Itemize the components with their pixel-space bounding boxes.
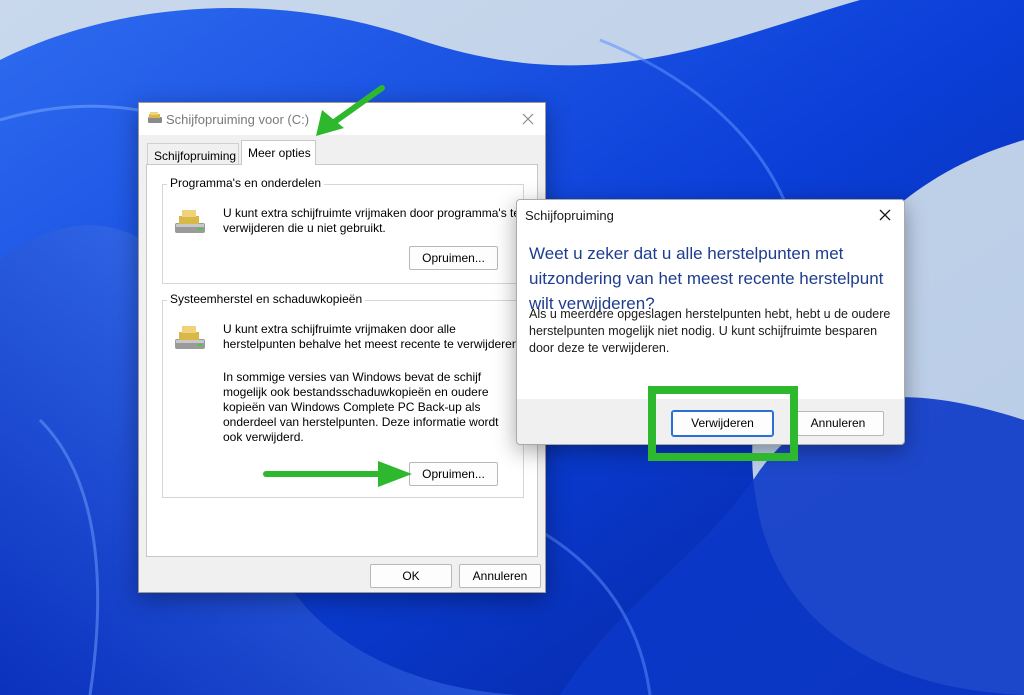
highlight-box <box>648 386 798 461</box>
close-icon[interactable] <box>521 112 535 126</box>
ok-button[interactable]: OK <box>370 564 452 588</box>
group-description: U kunt extra schijfruimte vrijmaken door… <box>223 322 522 351</box>
disk-cleanup-window: Schijfopruiming voor (C:) Schijfopruimin… <box>138 102 546 593</box>
confirm-heading: Weet u zeker dat u alle herstelpunten me… <box>529 244 884 313</box>
disk-cleanup-icon <box>148 112 162 123</box>
tab-schijfopruiming[interactable]: Schijfopruiming <box>147 143 239 164</box>
tab-meer-opties[interactable]: Meer opties <box>241 140 316 165</box>
group-title: Programma's en onderdelen <box>167 176 325 190</box>
cleanup-programs-button[interactable]: Opruimen... <box>409 246 498 270</box>
group-note: In sommige versies van Windows bevat de … <box>223 370 499 444</box>
group-system-restore: Systeemherstel en schaduwkopieën U kunt … <box>162 292 524 498</box>
tab-panel-meer-opties: Programma's en onderdelen U kunt extra s… <box>146 164 538 557</box>
cancel-button[interactable]: Annuleren <box>459 564 541 588</box>
group-description: U kunt extra schijfruimte vrijmaken door… <box>223 206 521 235</box>
dialog-title: Schijfopruiming <box>525 208 614 223</box>
window-title: Schijfopruiming voor (C:) <box>166 112 310 127</box>
cancel-button[interactable]: Annuleren <box>792 411 884 436</box>
confirm-body: Als u meerdere opgeslagen herstelpunten … <box>529 307 891 355</box>
close-icon[interactable] <box>878 208 892 222</box>
cleanup-restore-points-button[interactable]: Opruimen... <box>409 462 498 486</box>
title-bar[interactable]: Schijfopruiming voor (C:) <box>139 103 545 135</box>
group-programs: Programma's en onderdelen U kunt extra s… <box>162 176 524 284</box>
group-title: Systeemherstel en schaduwkopieën <box>167 292 366 306</box>
drive-icon <box>175 210 205 233</box>
drive-icon <box>175 326 205 349</box>
confirm-content: Schijfopruiming Weet u zeker dat u alle … <box>517 200 904 399</box>
